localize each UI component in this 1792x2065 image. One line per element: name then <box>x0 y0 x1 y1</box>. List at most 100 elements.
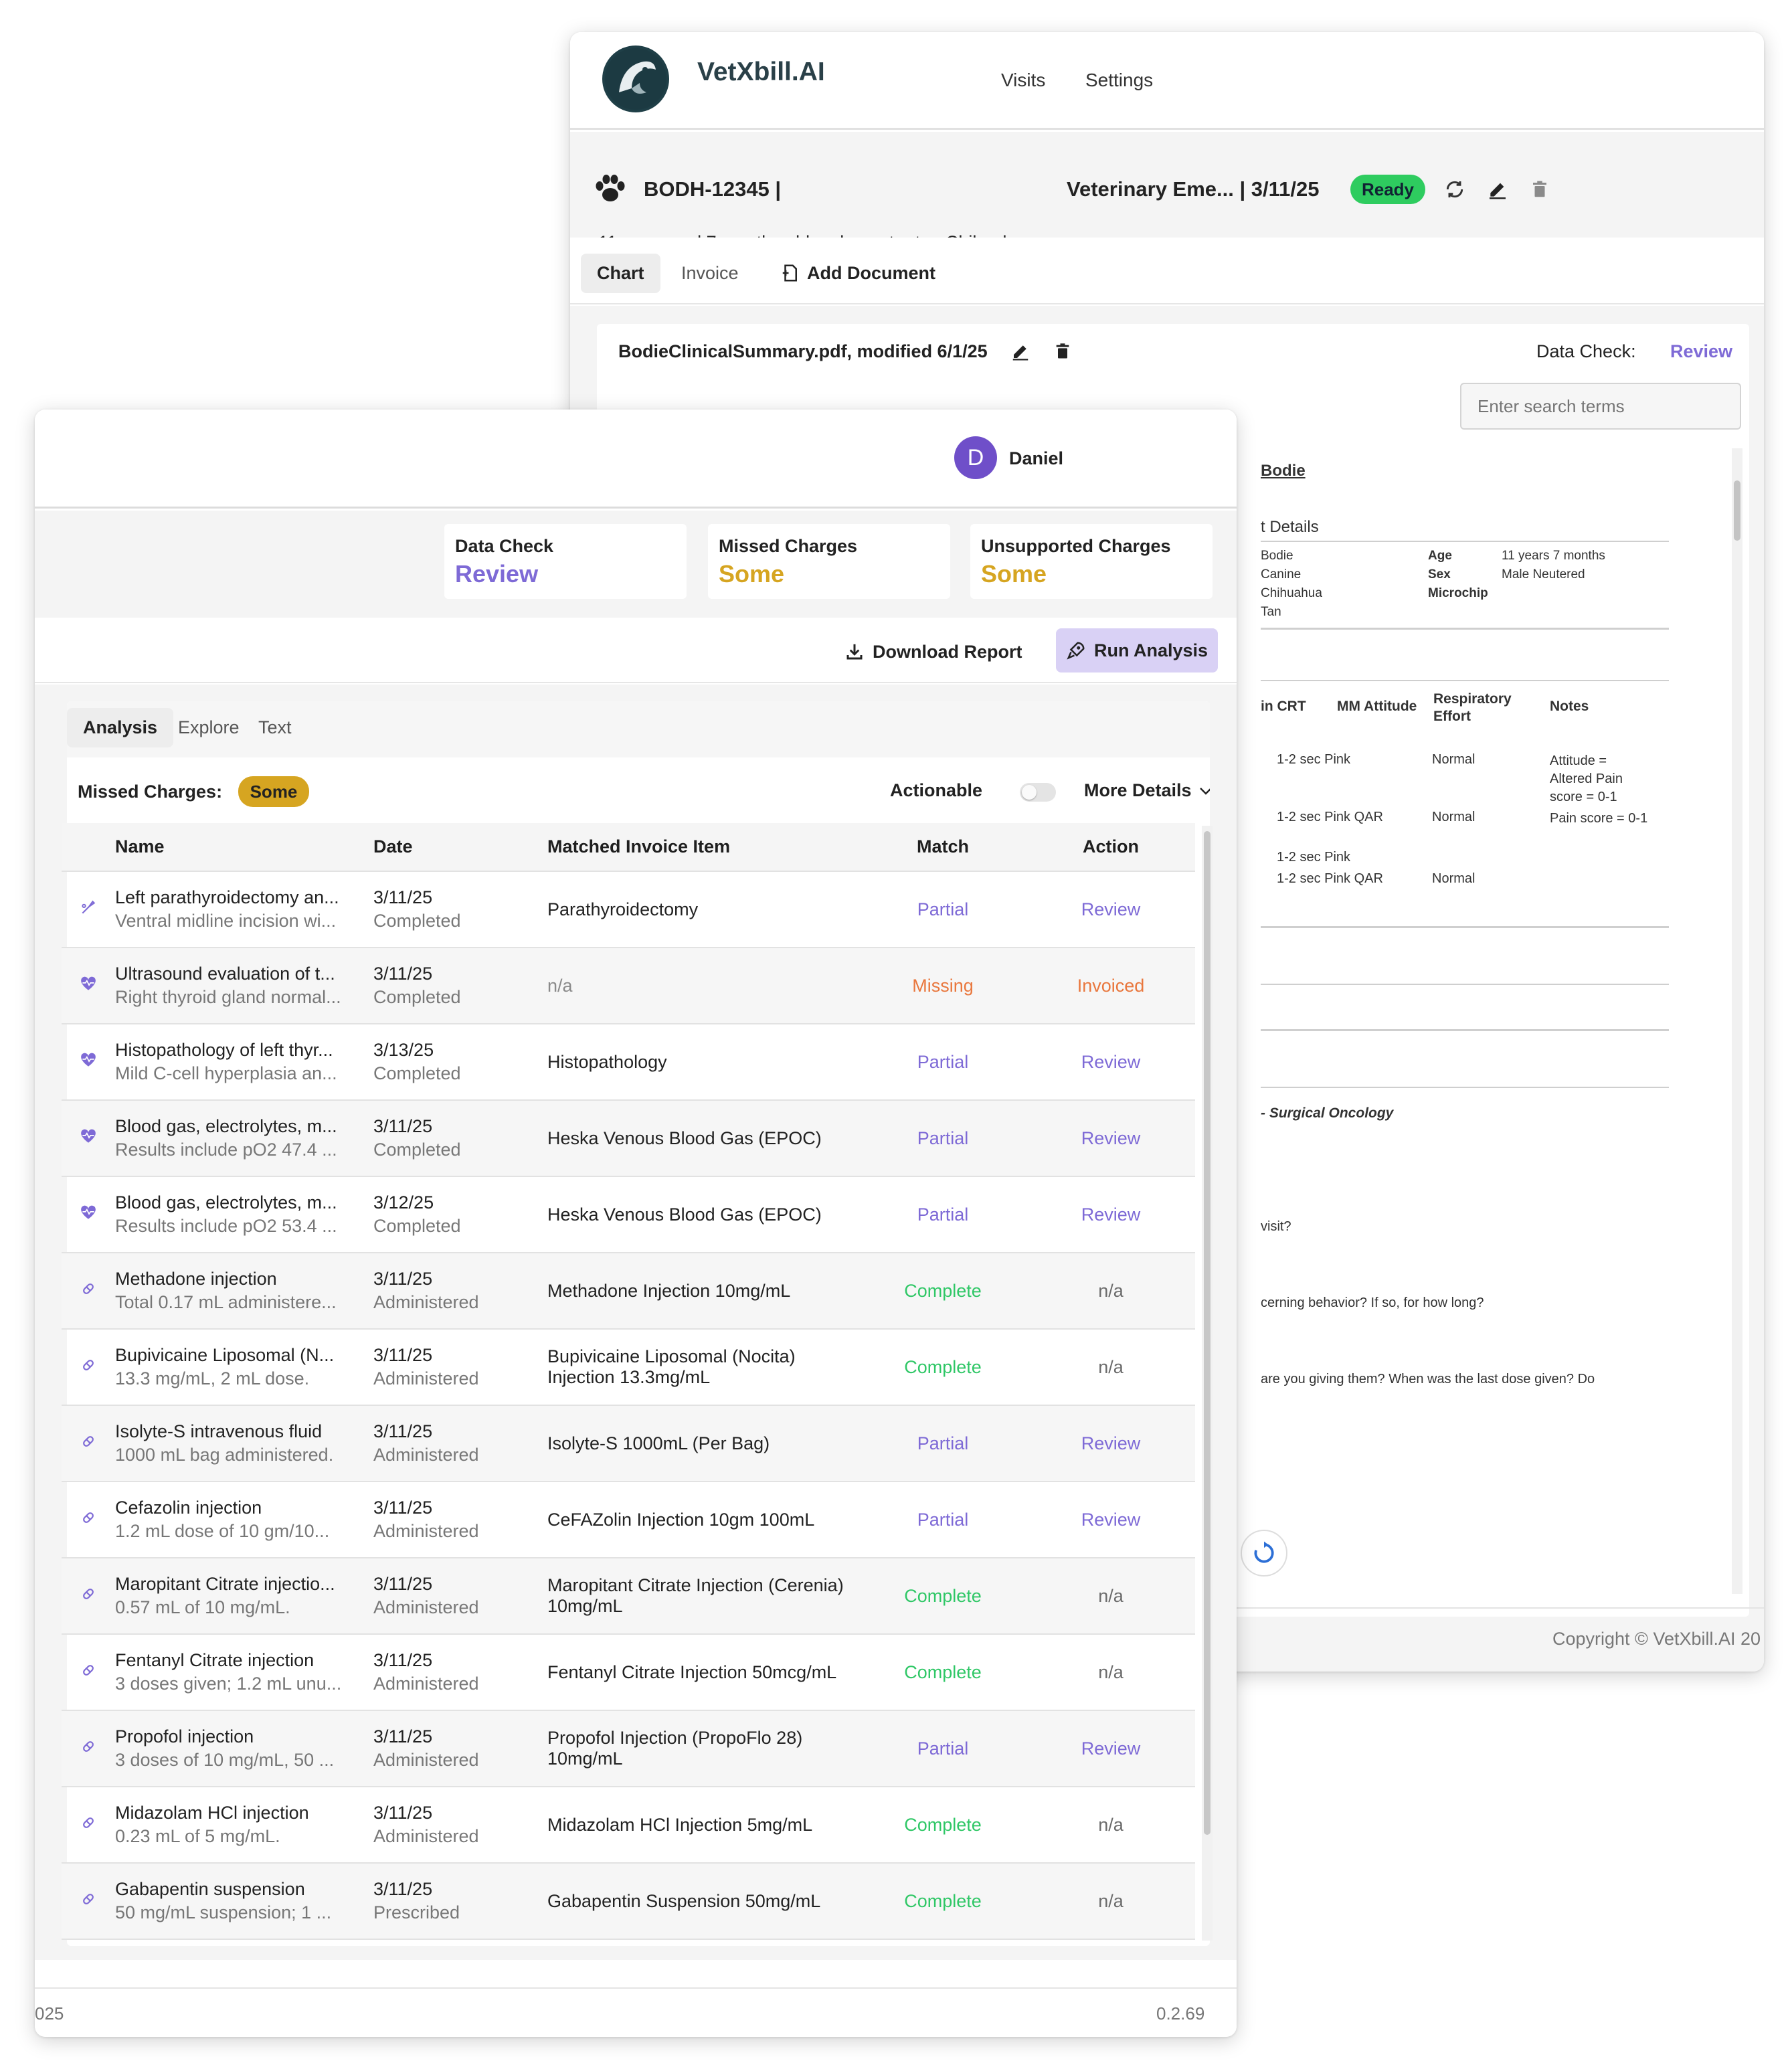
doc-value: Tan <box>1261 605 1281 619</box>
document-delete-icon[interactable] <box>1053 341 1072 361</box>
doc-value: Chihuahua <box>1261 586 1322 600</box>
table-row[interactable]: Isolyte-S intravenous fluid 1000 mL bag a… <box>62 1405 1195 1482</box>
column-header[interactable]: Matched Invoice Item <box>547 823 859 872</box>
status-badge: Ready <box>1350 175 1425 204</box>
medication-icon <box>80 1357 96 1373</box>
doc-microchip-label: Microchip <box>1428 586 1488 600</box>
nav-settings[interactable]: Settings <box>1085 70 1153 91</box>
missed-charges-card[interactable]: Missed Charges Some <box>708 524 950 599</box>
card-label: Unsupported Charges <box>981 536 1171 556</box>
row-action-link[interactable]: Review <box>1081 1510 1141 1530</box>
row-action-link: n/a <box>1098 1662 1124 1682</box>
action-bar: Download Report Run Analysis <box>35 618 1237 683</box>
matched-invoice-item: Histopathology <box>547 1051 667 1072</box>
add-document-button[interactable]: Add Document <box>807 263 935 284</box>
doc-cell: Normal <box>1432 810 1475 824</box>
delete-icon[interactable] <box>1530 179 1550 200</box>
matched-invoice-item: Methadone Injection 10mg/mL <box>547 1280 791 1301</box>
charge-date: 3/11/25 <box>373 1574 433 1594</box>
paw-icon <box>594 175 626 203</box>
charge-date: 3/11/25 <box>373 1269 433 1289</box>
row-action-link[interactable]: Review <box>1081 1433 1141 1453</box>
row-action-link: n/a <box>1098 1585 1124 1606</box>
run-analysis-button[interactable]: Run Analysis <box>1056 628 1218 672</box>
charge-description: 50 mg/mL suspension; 1 ... <box>115 1902 332 1922</box>
row-action-link[interactable]: Review <box>1081 1738 1141 1759</box>
medication-icon <box>80 1738 96 1755</box>
tab-invoice[interactable]: Invoice <box>665 254 755 293</box>
document-edit-icon[interactable] <box>1010 341 1031 361</box>
more-details-button[interactable]: More Details <box>1084 780 1192 801</box>
matched-invoice-item: n/a <box>547 975 573 996</box>
doc-sex-value: Male Neutered <box>1502 567 1585 581</box>
charge-name: Blood gas, electrolytes, m... <box>115 1116 337 1136</box>
refresh-icon[interactable] <box>1444 179 1465 200</box>
match-status: Complete <box>904 1662 982 1682</box>
card-value: Some <box>719 560 785 588</box>
visit-label: Veterinary Eme... | 3/11/25 <box>1067 177 1320 201</box>
nav-visits[interactable]: Visits <box>1001 70 1045 91</box>
table-row[interactable]: Maropitant Citrate injectio... 0.57 mL of… <box>62 1558 1195 1635</box>
row-action-link[interactable]: Invoiced <box>1077 976 1145 996</box>
table-row[interactable]: Blood gas, electrolytes, m... Results inc… <box>62 1176 1195 1253</box>
table-scrollbar[interactable] <box>1202 826 1213 1941</box>
charge-description: 3 doses given; 1.2 mL unu... <box>115 1674 342 1694</box>
row-action-link[interactable]: Review <box>1081 899 1141 919</box>
unsupported-charges-card[interactable]: Unsupported Charges Some <box>970 524 1213 599</box>
actionable-toggle[interactable] <box>1020 783 1056 802</box>
table-row[interactable]: Left parathyroidectomy an... Ventral midl… <box>62 871 1195 948</box>
search-input[interactable] <box>1460 383 1741 430</box>
table-row[interactable]: Cefazolin injection 1.2 mL dose of 10 gm/… <box>62 1482 1195 1558</box>
charge-status: Administered <box>373 1826 479 1846</box>
diagnostic-icon <box>80 1052 97 1068</box>
edit-icon[interactable] <box>1487 179 1508 200</box>
card-label: Missed Charges <box>719 536 858 556</box>
table-row[interactable]: Midazolam HCl injection 0.23 mL of 5 mg/m… <box>62 1787 1195 1864</box>
analysis-window: D Daniel Data Check Review Missed Charge… <box>35 410 1237 2037</box>
card-label: Data Check <box>455 536 554 556</box>
tab-text[interactable]: Text <box>242 708 308 747</box>
row-action-link: n/a <box>1098 1890 1124 1911</box>
summary-cards: Data Check Review Missed Charges Some Un… <box>35 511 1237 618</box>
match-status: Missing <box>912 975 974 996</box>
charge-description: Total 0.17 mL administere... <box>115 1292 337 1312</box>
tab-chart[interactable]: Chart <box>581 254 660 293</box>
charge-name: Gabapentin suspension <box>115 1879 305 1899</box>
avatar[interactable]: D <box>954 436 997 479</box>
doc-cell: 1-2 sec Pink QAR <box>1277 871 1383 886</box>
data-check-card[interactable]: Data Check Review <box>444 524 687 599</box>
table-row[interactable]: Histopathology of left thyr... Mild C-cel… <box>62 1024 1195 1101</box>
charge-status: Prescribed <box>373 1902 460 1922</box>
matched-invoice-item: Midazolam HCl Injection 5mg/mL <box>547 1814 813 1835</box>
row-action-link[interactable]: Review <box>1081 1204 1141 1225</box>
medication-icon <box>80 1815 96 1831</box>
tab-analysis[interactable]: Analysis <box>67 708 174 747</box>
actionable-label: Actionable <box>890 780 983 800</box>
preview-scrollbar[interactable] <box>1732 448 1742 1594</box>
table-row[interactable]: Ultrasound evaluation of t... Right thyro… <box>62 948 1195 1024</box>
table-row[interactable]: Methadone injection Total 0.17 mL adminis… <box>62 1253 1195 1330</box>
charge-status: Completed <box>373 987 461 1007</box>
download-report-button[interactable]: Download Report <box>844 635 1022 668</box>
table-row[interactable]: Fentanyl Citrate injection 3 doses given;… <box>62 1634 1195 1711</box>
column-header[interactable]: Name <box>115 823 373 872</box>
column-header[interactable]: Date <box>373 823 547 872</box>
column-header[interactable]: Match <box>859 823 1026 872</box>
doc-value: Bodie <box>1261 549 1293 563</box>
data-check-review-link[interactable]: Review <box>1670 341 1732 362</box>
table-row[interactable]: Blood gas, electrolytes, m... Results inc… <box>62 1100 1195 1177</box>
column-header[interactable]: Action <box>1026 823 1195 872</box>
footer-copyright-fragment: 025 <box>35 2003 64 2024</box>
rotate-button[interactable] <box>1241 1530 1287 1577</box>
charge-status: Completed <box>373 1063 461 1083</box>
doc-value: Canine <box>1261 567 1302 581</box>
matched-invoice-item: CeFAZolin Injection 10gm 100mL <box>547 1509 815 1530</box>
table-row[interactable]: Gabapentin suspension 50 mg/mL suspension… <box>62 1863 1195 1940</box>
charge-date: 3/11/25 <box>373 1498 433 1518</box>
row-action-link[interactable]: Review <box>1081 1128 1141 1148</box>
table-row[interactable]: Propofol injection 3 doses of 10 mg/mL, 5… <box>62 1710 1195 1787</box>
row-action-link[interactable]: Review <box>1081 1052 1141 1072</box>
tab-explore[interactable]: Explore <box>162 708 256 747</box>
charge-date: 3/11/25 <box>373 1726 433 1746</box>
table-row[interactable]: Bupivicaine Liposomal (N... 13.3 mg/mL, 2… <box>62 1329 1195 1406</box>
